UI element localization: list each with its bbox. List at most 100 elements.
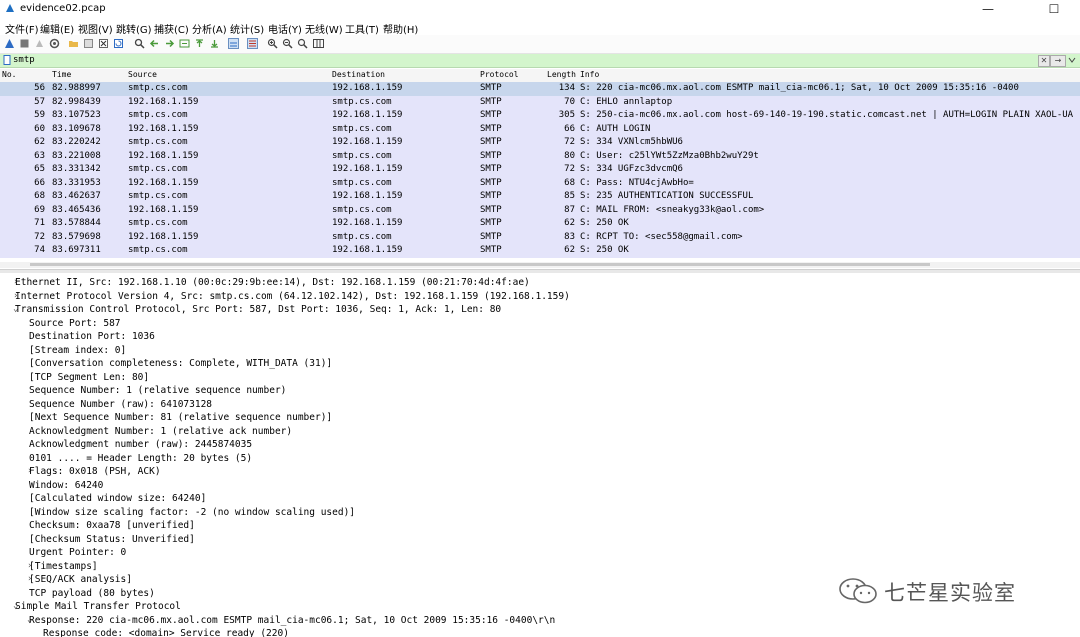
detail-row[interactable]: Urgent Pointer: 0 [4, 547, 1074, 561]
detail-row[interactable]: Acknowledgment number (raw): 2445874035 [4, 439, 1074, 453]
detail-row[interactable]: Source Port: 587 [4, 318, 1074, 332]
cell-length: 62 [564, 245, 575, 255]
pane-splitter[interactable] [0, 269, 1080, 273]
column-length[interactable]: Length [547, 70, 576, 79]
packet-row[interactable]: 72 83.579698 192.168.1.159 smtp.cs.com SMTP 8… [0, 230, 1080, 244]
display-filter-input[interactable]: smtp [13, 55, 35, 65]
menu-file[interactable]: 文件(F) [5, 21, 39, 36]
detail-row[interactable]: Checksum: 0xaa78 [unverified] [4, 520, 1074, 534]
main-toolbar [0, 35, 1080, 54]
detail-row[interactable]: [Stream index: 0] [4, 345, 1074, 359]
column-time[interactable]: Time [52, 70, 71, 79]
cell-destination: smtp.cs.com [332, 150, 392, 161]
packet-list-scrollbar[interactable] [0, 262, 1080, 268]
packet-row[interactable]: 65 83.331342 smtp.cs.com 192.168.1.159 SMTP 7… [0, 163, 1080, 177]
detail-row[interactable]: › [Timestamps] [4, 561, 1074, 575]
close-file-icon[interactable] [98, 38, 109, 49]
zoom-out-icon[interactable] [282, 38, 293, 49]
menu-help[interactable]: 帮助(H) [383, 21, 418, 36]
packet-row[interactable]: 74 83.697311 smtp.cs.com 192.168.1.159 SMTP 6… [0, 244, 1080, 258]
detail-row[interactable]: 0101 .... = Header Length: 20 bytes (5) [4, 453, 1074, 467]
cell-protocol: SMTP [480, 177, 502, 188]
restart-capture-icon[interactable] [34, 38, 45, 49]
go-first-icon[interactable] [194, 38, 205, 49]
packet-row[interactable]: 66 83.331953 192.168.1.159 smtp.cs.com SMTP 6… [0, 176, 1080, 190]
detail-row[interactable]: Window: 64240 [4, 480, 1074, 494]
packet-row[interactable]: 71 83.578844 smtp.cs.com 192.168.1.159 SMTP 6… [0, 217, 1080, 231]
colorize-icon[interactable] [247, 38, 258, 49]
detail-row[interactable]: [Conversation completeness: Complete, WI… [4, 358, 1074, 372]
detail-row[interactable]: Acknowledgment Number: 1 (relative ack n… [4, 426, 1074, 440]
cell-time: 83.465436 [52, 204, 101, 215]
reload-file-icon[interactable] [113, 38, 124, 49]
menu-view[interactable]: 视图(V) [78, 21, 113, 36]
maximize-button[interactable]: ☐ [1036, 0, 1072, 18]
menu-edit[interactable]: 编辑(E) [40, 21, 74, 36]
scrollbar-thumb[interactable] [30, 263, 930, 266]
detail-row[interactable]: [Next Sequence Number: 81 (relative sequ… [4, 412, 1074, 426]
packet-row[interactable]: 57 82.998439 192.168.1.159 smtp.cs.com SMTP 7… [0, 95, 1080, 109]
menu-telephony[interactable]: 电话(Y) [268, 21, 302, 36]
bookmark-icon[interactable] [3, 55, 11, 65]
menu-statistics[interactable]: 统计(S) [230, 21, 264, 36]
window-title: evidence02.pcap [20, 3, 106, 14]
packet-row[interactable]: 63 83.221008 192.168.1.159 smtp.cs.com SMTP 8… [0, 149, 1080, 163]
detail-row[interactable]: Sequence Number (raw): 641073128 [4, 399, 1074, 413]
menu-tools[interactable]: 工具(T) [345, 21, 379, 36]
column-info[interactable]: Info [580, 70, 599, 79]
cell-info: S: 250 OK [580, 218, 629, 228]
zoom-in-icon[interactable] [267, 38, 278, 49]
detail-row[interactable]: [Window size scaling factor: -2 (no wind… [4, 507, 1074, 521]
go-to-packet-icon[interactable] [179, 38, 190, 49]
capture-options-icon[interactable] [49, 38, 60, 49]
detail-row[interactable]: ⌄ Response: 220 cia-mc06.mx.aol.com ESMTP… [4, 615, 1074, 629]
detail-row[interactable]: › Internet Protocol Version 4, Src: smtp.… [4, 291, 1074, 305]
autoscroll-icon[interactable] [228, 38, 239, 49]
chevron-down-icon[interactable] [1068, 57, 1076, 63]
packet-row[interactable]: 59 83.107523 smtp.cs.com 192.168.1.159 SMTP 3… [0, 109, 1080, 123]
column-destination[interactable]: Destination [332, 70, 385, 79]
detail-row[interactable]: Destination Port: 1036 [4, 331, 1074, 345]
resize-columns-icon[interactable] [313, 38, 324, 49]
column-source[interactable]: Source [128, 70, 157, 79]
zoom-normal-icon[interactable] [297, 38, 308, 49]
cell-source: smtp.cs.com [128, 110, 188, 120]
menu-wireless[interactable]: 无线(W) [305, 21, 343, 36]
stop-capture-icon[interactable] [19, 38, 30, 49]
start-capture-icon[interactable] [4, 38, 15, 49]
title-bar: evidence02.pcap — ☐ [0, 0, 1080, 18]
detail-row[interactable]: [Checksum Status: Unverified] [4, 534, 1074, 548]
save-file-icon[interactable] [83, 38, 94, 49]
cell-time: 82.998439 [52, 96, 101, 107]
cell-source: smtp.cs.com [128, 218, 188, 228]
packet-row[interactable]: 68 83.462637 smtp.cs.com 192.168.1.159 SMTP 8… [0, 190, 1080, 204]
find-packet-icon[interactable] [134, 38, 145, 49]
wechat-icon [839, 578, 877, 604]
cell-protocol: SMTP [480, 110, 502, 120]
packet-row[interactable]: 56 82.988997 smtp.cs.com 192.168.1.159 SMTP 1… [0, 82, 1080, 96]
detail-row[interactable]: [Calculated window size: 64240] [4, 493, 1074, 507]
detail-row[interactable]: ⌄ Transmission Control Protocol, Src Port… [4, 304, 1074, 318]
menu-go[interactable]: 跳转(G) [116, 21, 152, 36]
go-forward-icon[interactable] [164, 38, 175, 49]
packet-row[interactable]: 62 83.220242 smtp.cs.com 192.168.1.159 SMTP 7… [0, 136, 1080, 150]
detail-row[interactable]: [TCP Segment Len: 80] [4, 372, 1074, 386]
detail-row[interactable]: › Ethernet II, Src: 192.168.1.10 (00:0c:2… [4, 277, 1074, 291]
detail-row[interactable]: Response code: <domain> Service ready (2… [4, 628, 1074, 637]
packet-row[interactable]: 60 83.109678 192.168.1.159 smtp.cs.com SMTP 6… [0, 122, 1080, 136]
apply-filter-button[interactable]: → [1050, 55, 1066, 67]
clear-filter-button[interactable]: ✕ [1038, 55, 1050, 67]
packet-row[interactable]: 69 83.465436 192.168.1.159 smtp.cs.com SMTP 8… [0, 203, 1080, 217]
column-protocol[interactable]: Protocol [480, 70, 519, 79]
detail-text: Sequence Number: 1 (relative sequence nu… [29, 385, 287, 396]
go-back-icon[interactable] [149, 38, 160, 49]
column-no[interactable]: No. [2, 70, 16, 79]
minimize-button[interactable]: — [970, 0, 1006, 18]
menu-capture[interactable]: 捕获(C) [154, 21, 189, 36]
menu-analyze[interactable]: 分析(A) [192, 21, 227, 36]
open-file-icon[interactable] [68, 38, 79, 49]
go-last-icon[interactable] [209, 38, 220, 49]
detail-row[interactable]: Sequence Number: 1 (relative sequence nu… [4, 385, 1074, 399]
detail-row[interactable]: › Flags: 0x018 (PSH, ACK) [4, 466, 1074, 480]
cell-no: 59 [34, 110, 45, 120]
